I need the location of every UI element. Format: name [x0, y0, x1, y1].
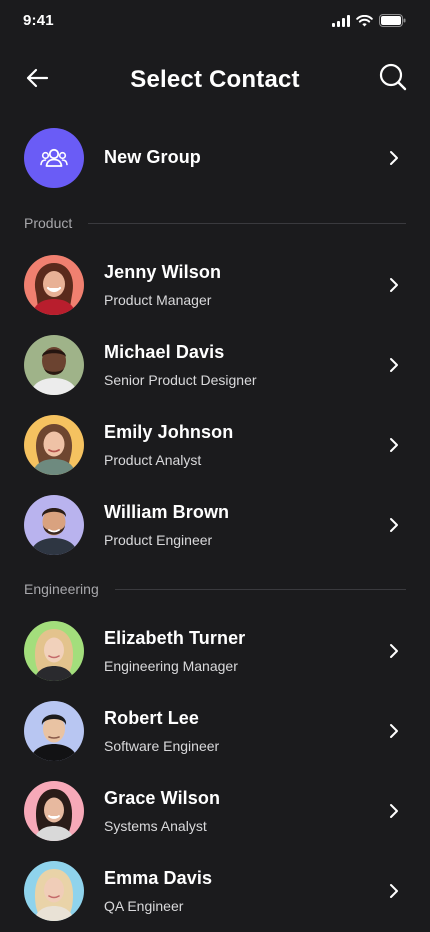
contact-role: Product Engineer	[104, 532, 213, 548]
contact-role: Software Engineer	[104, 738, 220, 754]
contact-role: Product Analyst	[104, 452, 202, 468]
chevron-right-icon	[388, 517, 400, 533]
contact-name: Robert Lee	[104, 708, 200, 728]
section-label: Product	[24, 215, 73, 231]
divider	[114, 588, 406, 590]
contact-row[interactable]: Emma Davis QA Engineer	[0, 851, 430, 931]
contact-row[interactable]: Michael Davis Senior Product Designer	[0, 325, 430, 405]
avatar	[24, 495, 84, 555]
search-button[interactable]	[378, 63, 408, 96]
contact-row[interactable]: Grace Wilson Systems Analyst	[0, 771, 430, 851]
chevron-right-icon	[388, 277, 400, 293]
avatar	[24, 255, 84, 315]
avatar	[24, 781, 84, 841]
section-label: Engineering	[24, 581, 99, 597]
chevron-right-icon	[388, 803, 400, 819]
chevron-right-icon	[388, 723, 400, 739]
avatar	[24, 701, 84, 761]
contact-name: Michael Davis	[104, 342, 225, 362]
chevron-right-icon	[388, 643, 400, 659]
header: Select Contact	[0, 54, 430, 106]
contact-name: Jenny Wilson	[104, 262, 222, 282]
contact-row[interactable]: Robert Lee Software Engineer	[0, 691, 430, 771]
chevron-right-icon	[388, 150, 400, 166]
chevron-right-icon	[388, 437, 400, 453]
contact-name: Elizabeth Turner	[104, 628, 246, 648]
contact-row[interactable]: Elizabeth Turner Engineering Manager	[0, 611, 430, 691]
battery-icon	[379, 14, 406, 32]
status-bar: 9:41	[0, 0, 430, 44]
contact-role: Systems Analyst	[104, 818, 207, 834]
contact-row[interactable]: Emily Johnson Product Analyst	[0, 405, 430, 485]
contact-name: Emma Davis	[104, 868, 213, 888]
section-header-product: Product	[24, 213, 406, 233]
contact-name: William Brown	[104, 502, 230, 522]
contact-role: Senior Product Designer	[104, 372, 257, 388]
avatar	[24, 415, 84, 475]
avatar	[24, 861, 84, 921]
contact-role: Product Manager	[104, 292, 212, 308]
signal-icon	[332, 14, 350, 32]
status-time: 9:41	[23, 12, 54, 29]
contact-role: QA Engineer	[104, 898, 184, 914]
status-icons	[332, 14, 406, 32]
new-group-label: New Group	[104, 147, 201, 167]
avatar	[24, 335, 84, 395]
contact-row[interactable]: William Brown Product Engineer	[0, 485, 430, 565]
search-icon	[379, 63, 407, 96]
group-avatar	[24, 128, 84, 188]
divider	[88, 222, 406, 224]
chevron-right-icon	[388, 883, 400, 899]
contact-row[interactable]: Jenny Wilson Product Manager	[0, 245, 430, 325]
chevron-right-icon	[388, 357, 400, 373]
wifi-icon	[356, 14, 373, 32]
new-group-row[interactable]: New Group	[0, 118, 430, 198]
contact-role: Engineering Manager	[104, 658, 238, 674]
group-icon	[40, 146, 68, 170]
avatar	[24, 621, 84, 681]
section-header-engineering: Engineering	[24, 579, 406, 599]
contact-name: Emily Johnson	[104, 422, 234, 442]
page-title: Select Contact	[130, 66, 300, 93]
contact-name: Grace Wilson	[104, 788, 221, 808]
